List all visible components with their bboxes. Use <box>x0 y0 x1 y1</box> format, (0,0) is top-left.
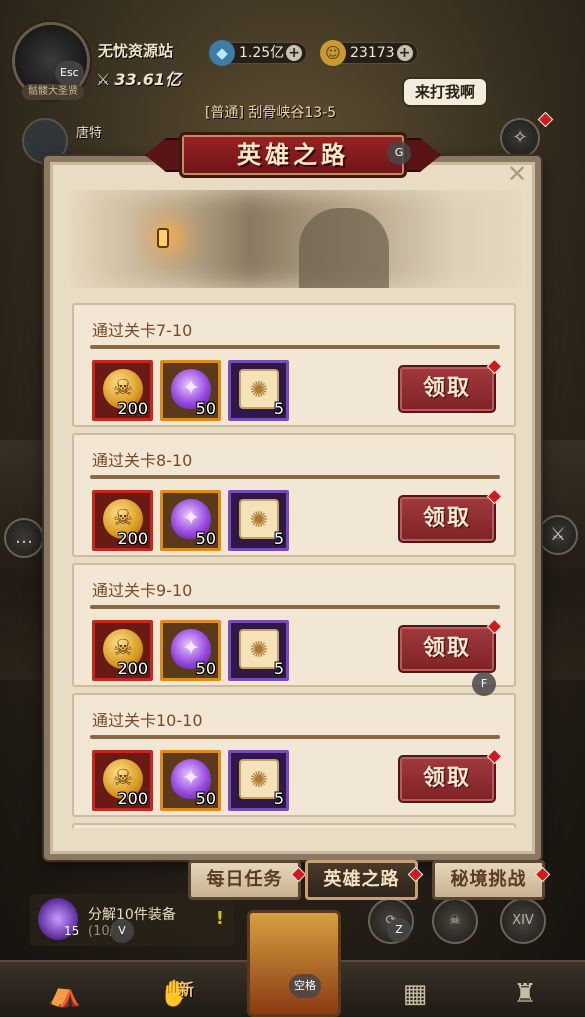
quest-row: 通过关卡7-10 ☠ 200 ✦ 50 ✺ 5 领取 <box>72 303 516 427</box>
reward-item-soul[interactable]: ✦ 50 <box>160 750 221 811</box>
reward-item-coin[interactable]: ☠ 200 <box>92 620 153 681</box>
reward-item-scroll[interactable]: ✺ 5 <box>228 750 289 811</box>
reward-item-coin[interactable]: ☠ 200 <box>92 750 153 811</box>
reward-item-scroll[interactable]: ✺ 5 <box>228 490 289 551</box>
swords-icon: ⚔ <box>96 70 111 89</box>
summon-card[interactable] <box>247 910 341 1017</box>
reward-count: 5 <box>273 789 284 808</box>
tab-daily-tasks[interactable]: 每日任务 <box>188 860 307 900</box>
player-rank-label: 骷髅大圣贤 <box>22 84 84 100</box>
decompose-task[interactable]: 15 分解10件装备 (10/ ! <box>30 894 234 946</box>
hotkey-v-badge: V <box>110 919 134 943</box>
claim-button[interactable]: 领取 <box>398 358 503 413</box>
nav-castle-icon[interactable]: ♜ <box>490 972 560 1016</box>
tab-label: 每日任务 <box>206 869 283 890</box>
reward-item-coin[interactable]: ☠ 200 <box>92 490 153 551</box>
reward-count: 50 <box>195 399 216 418</box>
quest-title: 通过关卡8-10 <box>92 451 193 470</box>
hero-road-illustration <box>69 190 522 288</box>
claim-button-label: 领取 <box>422 376 471 401</box>
orb-count: 15 <box>64 924 80 938</box>
hotkey-f-badge: F <box>472 672 496 696</box>
hotkey-g-badge: G <box>387 141 411 165</box>
reward-count: 5 <box>273 399 284 418</box>
reward-count: 50 <box>195 659 216 678</box>
nav-map-icon[interactable]: ▦ <box>380 972 450 1016</box>
ruins-arch <box>299 208 389 288</box>
hotkey-space-badge: 空格 <box>289 974 321 998</box>
reward-count: 200 <box>117 529 148 548</box>
stage-label: [普通] 刮骨峡谷13-5 <box>205 105 337 121</box>
nav-hero-icon[interactable]: ✋ <box>140 972 210 1016</box>
reward-count: 50 <box>195 789 216 808</box>
claim-button-label: 领取 <box>422 766 471 791</box>
tab-label: 英雄之路 <box>323 869 400 890</box>
coin-value: 23173 <box>350 45 395 61</box>
add-gems-icon[interactable]: + <box>286 45 303 61</box>
lantern-icon <box>157 228 169 248</box>
coin-icon: ☺ <box>320 40 346 66</box>
reward-count: 200 <box>117 789 148 808</box>
notification-dot <box>486 488 503 505</box>
coin-resource[interactable]: ☺ 23173 + <box>320 40 418 66</box>
quest-divider <box>90 605 500 609</box>
claim-button-label: 领取 <box>422 636 471 661</box>
claim-button[interactable]: 领取 <box>398 488 503 543</box>
settings-gear-icon[interactable]: ✧ <box>500 118 540 158</box>
gem-icon: ◆ <box>209 40 235 66</box>
reward-item-soul[interactable]: ✦ 50 <box>160 620 221 681</box>
quest-title: 通过关卡9-10 <box>92 581 193 600</box>
reward-count: 5 <box>273 529 284 548</box>
claim-button[interactable]: 领取 <box>398 748 503 803</box>
tab-hero-road[interactable]: 英雄之路 <box>305 860 424 900</box>
close-icon[interactable]: ✕ <box>505 162 529 186</box>
quest-title: 通过关卡10-10 <box>92 711 203 730</box>
reward-item-coin[interactable]: ☠ 200 <box>92 360 153 421</box>
reward-item-scroll[interactable]: ✺ 5 <box>228 360 289 421</box>
hotkey-z-badge: Z <box>387 918 411 942</box>
quest-divider <box>90 735 500 739</box>
rank-skill-icon[interactable]: XIV <box>500 898 546 944</box>
claim-button-label: 领取 <box>422 506 471 531</box>
reward-item-soul[interactable]: ✦ 50 <box>160 490 221 551</box>
ally-name: 唐特 <box>76 126 103 141</box>
player-name: 无忧资源站 <box>98 42 174 60</box>
quest-divider <box>90 345 500 349</box>
tab-label: 秘境挑战 <box>450 869 527 890</box>
reward-count: 5 <box>273 659 284 678</box>
chat-icon[interactable]: … <box>4 518 44 558</box>
reward-count: 200 <box>117 399 148 418</box>
tab-secret-challenge[interactable]: 秘境挑战 <box>432 860 551 900</box>
notification-dot <box>486 618 503 635</box>
power-value: ⚔ 33.61亿 <box>96 70 181 89</box>
quest-row: 通过关卡9-10 ☠ 200 ✦ 50 ✺ 5 领取 <box>72 563 516 687</box>
nav-new-label: 新 <box>178 980 195 999</box>
reward-item-scroll[interactable]: ✺ 5 <box>228 620 289 681</box>
add-coins-icon[interactable]: + <box>396 45 413 61</box>
modal-title: 英雄之路 <box>179 132 407 178</box>
notification-dot <box>486 748 503 765</box>
quest-list[interactable]: 通过关卡7-10 ☠ 200 ✦ 50 ✺ 5 领取 通过关卡8-10 ☠ 200 ✦ 50 ✺ 5 领取 通过… <box>72 303 516 828</box>
gem-resource[interactable]: ◆ 1.25亿 + <box>209 40 308 66</box>
quest-row: 通过关卡8-10 ☠ 200 ✦ 50 ✺ 5 领取 <box>72 433 516 557</box>
hotkey-esc-badge: Esc <box>55 61 84 85</box>
gem-value: 1.25亿 <box>239 45 285 61</box>
enemy-speech-bubble: 来打我啊 <box>402 77 488 107</box>
quest-title: 通过关卡7-10 <box>92 321 193 340</box>
nav-camp-icon[interactable]: ⛺ <box>30 972 100 1016</box>
quest-divider <box>90 475 500 479</box>
reward-count: 50 <box>195 529 216 548</box>
alert-icon: ! <box>215 908 224 929</box>
reward-count: 200 <box>117 659 148 678</box>
notification-dot <box>486 358 503 375</box>
quest-row <box>72 823 516 828</box>
reward-item-soul[interactable]: ✦ 50 <box>160 360 221 421</box>
quest-row: 通过关卡10-10 ☠ 200 ✦ 50 ✺ 5 领取 <box>72 693 516 817</box>
claim-button[interactable]: 领取 <box>398 618 503 673</box>
skull-skill-icon[interactable]: ☠ <box>432 898 478 944</box>
modal-title-banner: 英雄之路 <box>145 132 441 178</box>
battle-swords-icon[interactable]: ⚔ <box>538 515 578 555</box>
decompose-label: 分解10件装备 <box>88 907 176 923</box>
